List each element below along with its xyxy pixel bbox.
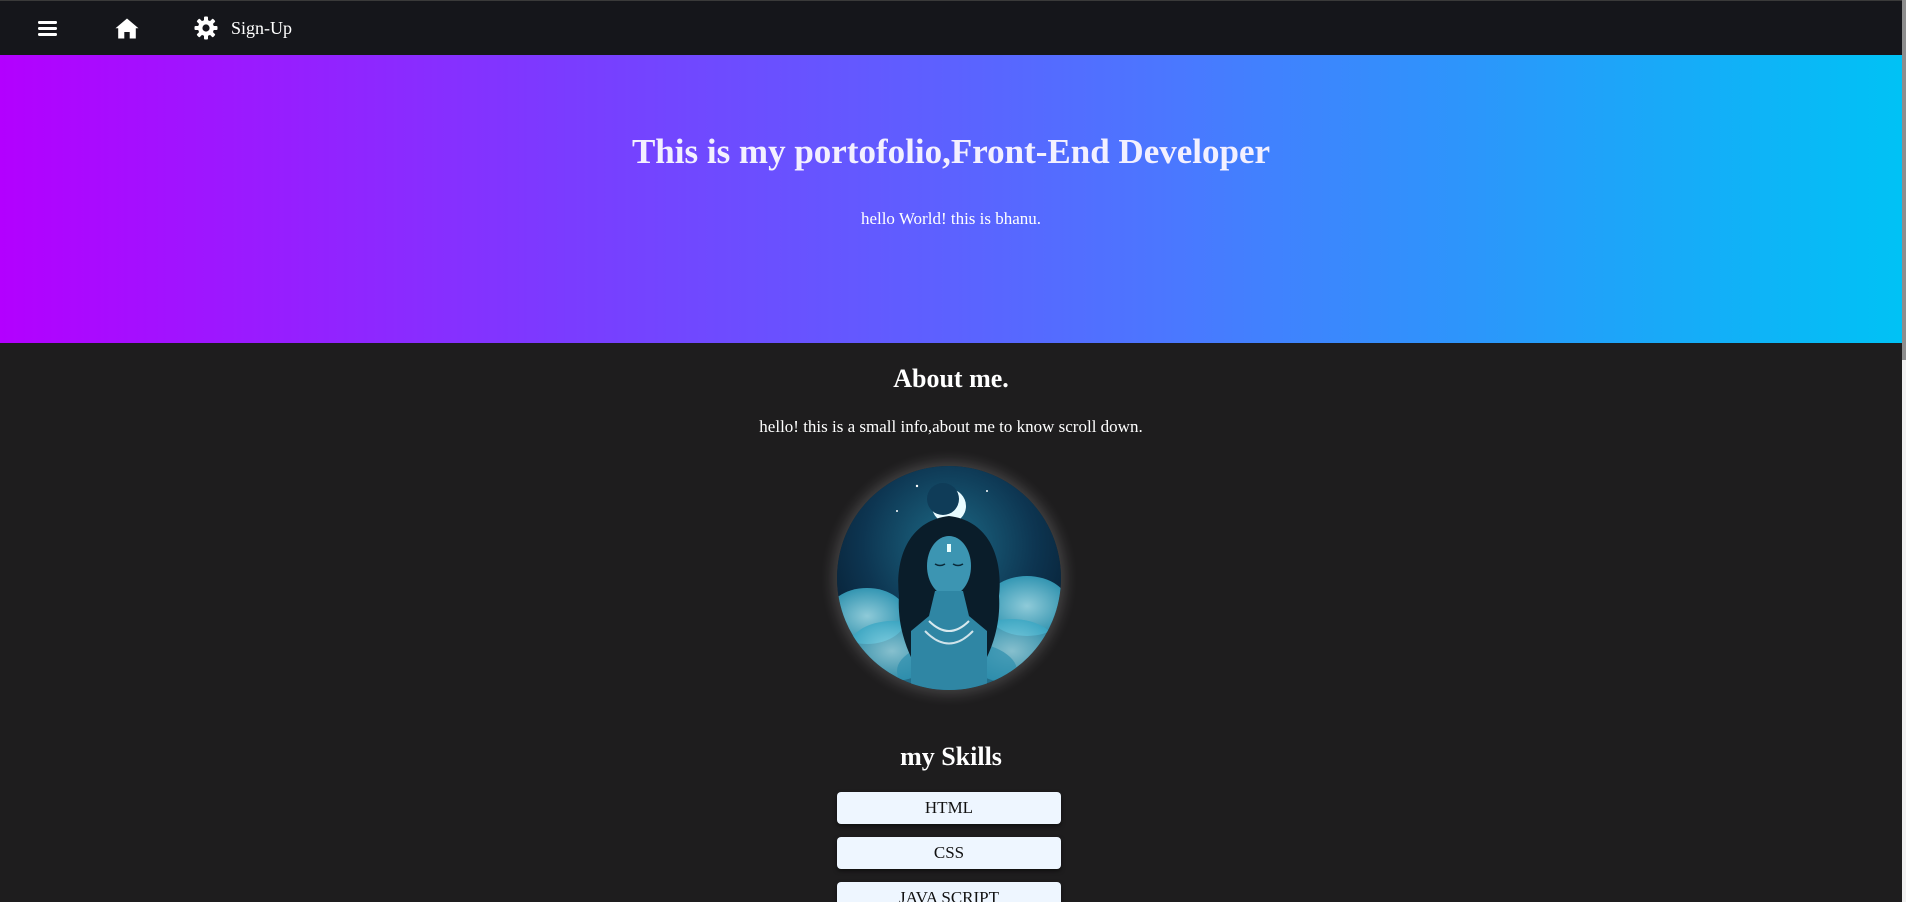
skill-html-button[interactable]: HTML [837,792,1061,824]
about-title: About me. [893,364,1009,393]
gear-icon [194,16,218,40]
hero-banner: This is my portofolio,Front-End Develope… [0,55,1902,343]
signup-label: Sign-Up [231,17,293,38]
profile-avatar-image [837,466,1061,690]
signup-button[interactable]: Sign-Up [194,14,292,42]
navbar: Sign-Up [0,0,1902,55]
skills-title: my Skills [900,742,1002,771]
skill-javascript-button[interactable]: JAVA SCRIPT [837,882,1061,902]
menu-button[interactable] [38,14,57,42]
viewport: Sign-Up This is my portofolio,Front-End … [0,0,1902,902]
skill-css-button[interactable]: CSS [837,837,1061,869]
home-icon [115,18,139,39]
hero-subtitle: hello World! this is bhanu. [860,209,1042,228]
hamburger-menu-icon [38,20,57,37]
scrollbar-thumb[interactable] [1902,0,1906,360]
hero-title: This is my portofolio,Front-End Develope… [631,132,1271,171]
page: Sign-Up This is my portofolio,Front-End … [0,0,1906,902]
home-button[interactable] [115,14,139,42]
about-text: hello! this is a small info,about me to … [759,417,1143,436]
vertical-scrollbar[interactable] [1902,0,1906,902]
